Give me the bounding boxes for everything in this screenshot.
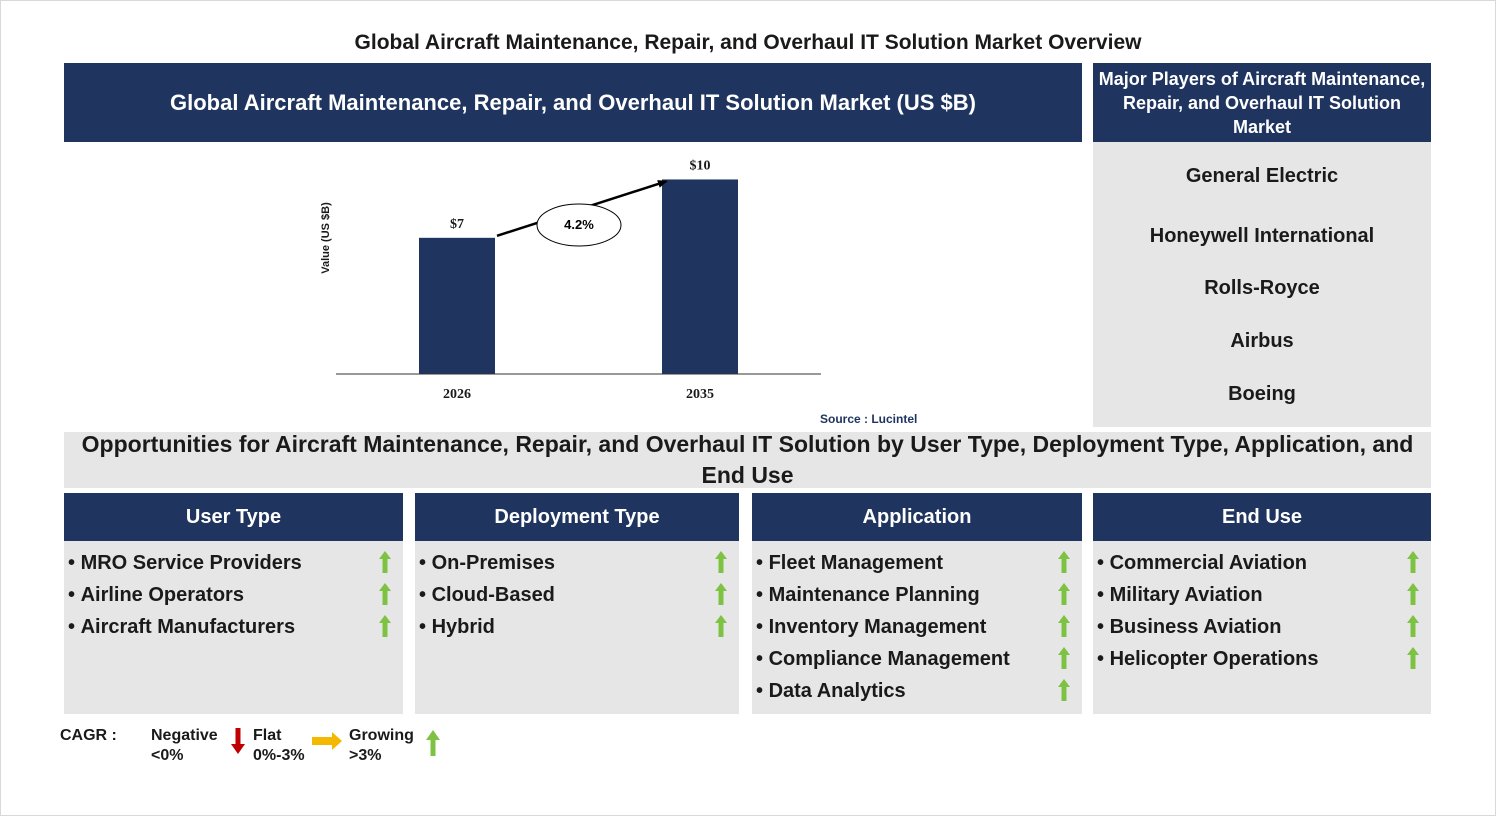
legend-flat-label: Flat [253, 727, 282, 744]
players-header: Major Players of Aircraft Maintenance, R… [1093, 63, 1431, 142]
segment-item: • Compliance Management [752, 643, 1082, 675]
growing-arrow-icon [1058, 679, 1070, 707]
growing-arrow-icon [1058, 583, 1070, 611]
segment-item: • On-Premises [415, 547, 739, 579]
segment-item: • Commercial Aviation [1093, 547, 1431, 579]
segment-deployment-type: Deployment Type • On-Premises • Cloud-Ba… [415, 493, 739, 714]
segment-item-label: Business Aviation [1109, 615, 1282, 638]
page-title: Global Aircraft Maintenance, Repair, and… [354, 31, 1142, 54]
segment-item-label: Cloud-Based [431, 583, 555, 606]
legend-growing: Growing >3% [349, 726, 414, 766]
y-axis-label: Value (US $B) [320, 202, 332, 274]
segment-application: Application • Fleet Management • Mainten… [752, 493, 1082, 714]
segment-item: • Hybrid [415, 611, 739, 643]
segment-item: • MRO Service Providers [64, 547, 403, 579]
x-tick-label: 2026 [443, 387, 471, 402]
bar-chart: Value (US $B) $7 2026 $10 2035 4.2% [320, 158, 821, 402]
growing-arrow-icon [379, 615, 391, 643]
bar-2035 [662, 179, 738, 374]
segment-item-label: MRO Service Providers [80, 551, 302, 574]
opportunities-title: Opportunities for Aircraft Maintenance, … [64, 431, 1431, 488]
players-panel: General Electric Honeywell International… [1093, 142, 1431, 427]
x-tick-label: 2035 [686, 387, 714, 402]
cagr-label: 4.2% [564, 217, 594, 232]
segment-item-label: Helicopter Operations [1109, 647, 1319, 670]
segment-user-type: User Type • MRO Service Providers • Airl… [64, 493, 403, 714]
flat-arrow-icon [312, 732, 342, 750]
legend-negative-label: Negative [151, 727, 218, 744]
growing-arrow-icon [1407, 583, 1419, 611]
legend-flat: Flat 0%-3% [253, 726, 305, 766]
legend-negative: Negative <0% [151, 726, 218, 766]
growing-arrow-icon [715, 583, 727, 611]
legend-negative-range: <0% [151, 747, 184, 764]
legend-growing-label: Growing [349, 727, 414, 744]
segment-item-label: Fleet Management [768, 551, 944, 574]
growing-arrow-icon [1407, 615, 1419, 643]
growing-arrow-icon [1407, 551, 1419, 579]
growing-arrow-icon [1058, 551, 1070, 579]
legend-label: CAGR : [60, 727, 117, 744]
segment-item: • Maintenance Planning [752, 579, 1082, 611]
growing-arrow-icon [715, 615, 727, 643]
growing-arrow-icon [1058, 615, 1070, 643]
bar-2026 [419, 237, 495, 374]
segment-header: Application [752, 493, 1082, 541]
segment-item: • Business Aviation [1093, 611, 1431, 643]
segment-item-label: Inventory Management [768, 615, 987, 638]
segment-item-label: Aircraft Manufacturers [80, 615, 296, 638]
segment-item: • Helicopter Operations [1093, 643, 1431, 675]
segment-item: • Inventory Management [752, 611, 1082, 643]
segment-end-use: End Use • Commercial Aviation • Military… [1093, 493, 1431, 714]
legend-flat-range: 0%-3% [253, 747, 305, 764]
segment-item-label: Military Aviation [1109, 583, 1263, 606]
chart-header: Global Aircraft Maintenance, Repair, and… [64, 63, 1082, 142]
segment-item-label: Airline Operators [80, 583, 244, 606]
bar-value-label: $10 [690, 158, 711, 173]
growing-arrow-icon [1058, 647, 1070, 675]
segment-item: • Aircraft Manufacturers [64, 611, 403, 643]
segment-header: End Use [1093, 493, 1431, 541]
player-item: Boeing [1228, 383, 1296, 405]
growing-arrow-icon [1407, 647, 1419, 675]
segment-item-label: Maintenance Planning [768, 583, 980, 606]
segment-item-label: Data Analytics [768, 679, 906, 702]
segment-item-label: Commercial Aviation [1109, 551, 1308, 574]
player-item: General Electric [1185, 165, 1339, 187]
growing-arrow-icon [379, 551, 391, 579]
down-arrow-icon [231, 728, 245, 754]
segment-item-label: On-Premises [431, 551, 555, 574]
player-item: Rolls-Royce [1204, 277, 1320, 299]
segment-item-label: Hybrid [431, 615, 495, 638]
segment-item-label: Compliance Management [768, 647, 1010, 670]
source-note: Source : Lucintel [820, 412, 918, 426]
segment-header: Deployment Type [415, 493, 739, 541]
segment-item: • Fleet Management [752, 547, 1082, 579]
segment-item: • Cloud-Based [415, 579, 739, 611]
segment-item: • Military Aviation [1093, 579, 1431, 611]
bar-value-label: $7 [450, 217, 464, 232]
growing-arrow-icon [426, 730, 440, 756]
growing-arrow-icon [715, 551, 727, 579]
growing-arrow-icon [379, 583, 391, 611]
player-item: Airbus [1230, 330, 1294, 352]
legend-growing-range: >3% [349, 747, 382, 764]
segment-header: User Type [64, 493, 403, 541]
segment-item: • Airline Operators [64, 579, 403, 611]
player-item: Honeywell International [1149, 225, 1375, 247]
segment-item: • Data Analytics [752, 675, 1082, 707]
